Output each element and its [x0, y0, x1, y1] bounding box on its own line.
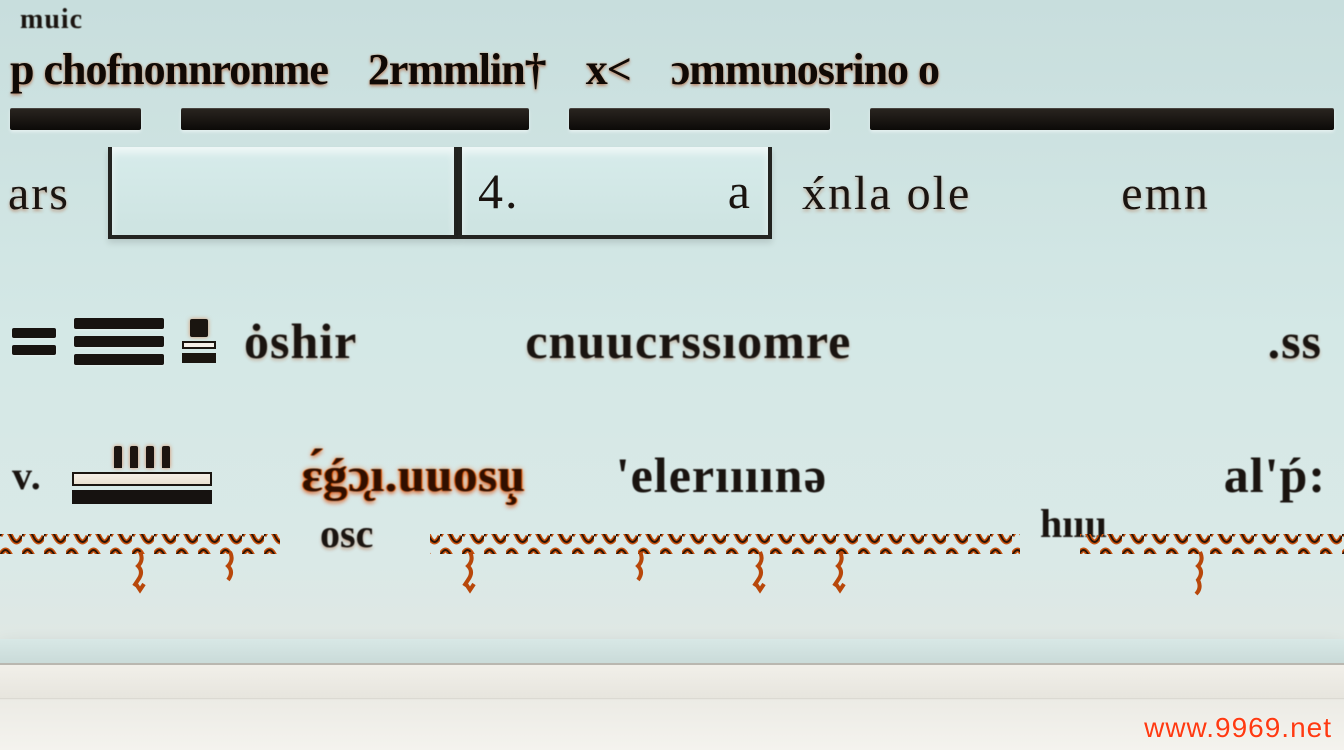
cell-b-value-left: 4.	[478, 162, 520, 220]
indicator-icon[interactable]	[182, 319, 216, 363]
toolbar-text-3: .ss	[1268, 312, 1332, 370]
cell-left-label: ars	[0, 166, 108, 221]
tab-bar[interactable]	[181, 108, 529, 130]
tab-bar[interactable]	[870, 108, 1334, 130]
toolbar-row: ȯshir cnuucrssıomre .ss	[0, 296, 1344, 386]
input-cell-b[interactable]: 4. a	[458, 147, 772, 239]
toolbar-icons	[12, 318, 216, 365]
header-label-a: p chofnonnronme	[10, 44, 328, 95]
tab-strip	[0, 108, 1344, 130]
bottom-shelf	[0, 660, 1344, 750]
toolbar-text-1: ȯshir	[244, 312, 357, 370]
header-label-d: ɔmmɩnosrino o	[671, 44, 939, 95]
cell-right-group: x́nla ole emn	[772, 166, 1344, 221]
top-fragment: muic	[20, 4, 83, 30]
annotation-row: v. ɛ́ǵɔ̨ı.uuosu̧ 'elerıııınǝ al'ṕ:	[0, 430, 1344, 520]
wavy-divider	[0, 526, 1344, 596]
orange-text-1: ɛ́ǵɔ̨ı.uuosu̧	[302, 448, 526, 503]
annotation-text-2: 'elerıııınǝ	[616, 446, 827, 504]
menu-icon[interactable]	[12, 328, 56, 355]
header-labels-row: p chofnonnronme 2rmmlin† x< ɔmmɩnosrino …	[0, 30, 1344, 108]
tab-bar[interactable]	[569, 108, 830, 130]
list-lines-icon[interactable]	[74, 318, 164, 365]
cell-b-value-right: a	[728, 162, 752, 220]
toolbar-text-2: cnuucrssıomre	[525, 312, 851, 370]
row-prefix: v.	[12, 452, 42, 499]
cell-right-a: x́nla ole	[802, 166, 971, 221]
header-label-c: x<	[586, 44, 631, 95]
cell-right-b: emn	[1121, 166, 1210, 221]
watermark: www.9969.net	[1144, 712, 1332, 744]
input-cell-a[interactable]	[108, 147, 458, 239]
annotation-text-3: al'ṕ:	[1224, 446, 1332, 504]
cells-row: ars 4. a x́nla ole emn	[0, 138, 1344, 248]
gauge-icon	[72, 446, 212, 504]
tab-bar[interactable]	[10, 108, 141, 130]
header-label-b: 2rmmlin†	[368, 44, 546, 95]
partial-top-row: muic	[0, 0, 1344, 30]
